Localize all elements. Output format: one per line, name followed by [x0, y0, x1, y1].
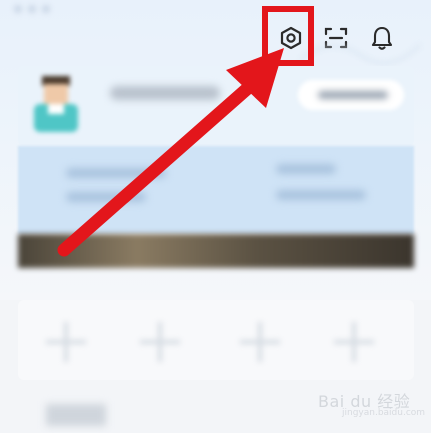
- avatar[interactable]: [30, 72, 82, 134]
- info-line: [276, 190, 366, 200]
- profile-action-pill[interactable]: [298, 80, 404, 110]
- header-decoration: [300, 44, 420, 64]
- banner-image[interactable]: [18, 234, 414, 268]
- status-bar: [14, 0, 84, 13]
- info-line: [276, 164, 336, 174]
- bottom-section-blurred: [46, 404, 106, 426]
- shortcut-icon[interactable]: [46, 322, 86, 362]
- shortcut-icon[interactable]: [240, 322, 280, 362]
- info-line: [66, 192, 146, 202]
- app-screen: Bai du 经验 jingyan.baidu.com: [0, 0, 431, 433]
- highlight-box: [262, 6, 314, 66]
- info-line: [66, 168, 166, 178]
- watermark-sub: jingyan.baidu.com: [342, 408, 426, 418]
- shortcut-icon[interactable]: [140, 322, 180, 362]
- username-blurred: [110, 86, 220, 100]
- shortcut-icon[interactable]: [334, 322, 374, 362]
